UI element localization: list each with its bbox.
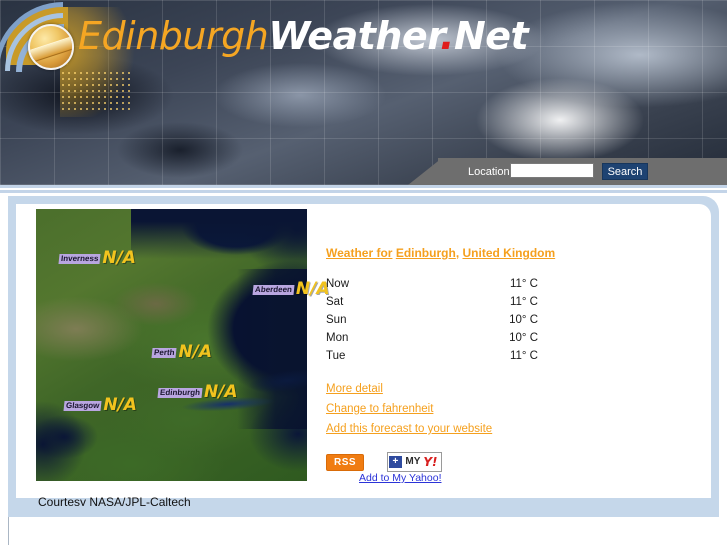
wordmark-dot: . — [440, 14, 454, 58]
yahoo-logo-icon: Y! — [423, 454, 438, 469]
more-detail-link[interactable]: More detail — [326, 383, 492, 395]
map-sea-north — [131, 209, 307, 259]
syndication-badges: RSS + MY Y! — [326, 452, 442, 472]
forecast-row: Mon 10° C — [326, 329, 538, 347]
forecast-heading-city-link[interactable]: Edinburgh — [396, 246, 456, 260]
wordmark-edinburgh: Edinburgh — [78, 14, 269, 58]
page-root: EdinburghWeather.Net Location Search Inv… — [0, 0, 727, 545]
forecast-row: Sat 11° C — [326, 293, 538, 311]
map-city-temp: N/A — [103, 395, 137, 415]
site-banner: EdinburghWeather.Net Location Search — [0, 0, 727, 185]
plus-icon: + — [388, 455, 403, 468]
map-city-label: Inverness — [58, 253, 101, 264]
map-city-perth[interactable]: Perth N/A — [151, 342, 213, 362]
forecast-temp: 10° C — [509, 314, 538, 326]
wordmark-weather: Weather — [268, 14, 441, 58]
map-city-glasgow[interactable]: Glasgow N/A — [63, 395, 137, 415]
add-to-website-link[interactable]: Add this forecast to your website — [326, 423, 492, 435]
forecast-day: Sat — [326, 296, 344, 308]
forecast-row: Sun 10° C — [326, 311, 538, 329]
site-wordmark[interactable]: EdinburghWeather.Net — [78, 14, 529, 58]
add-to-my-yahoo-link[interactable]: Add to My Yahoo! — [359, 472, 442, 484]
forecast-row: Now 11° C — [326, 275, 538, 293]
change-units-link[interactable]: Change to fahrenheit — [326, 403, 492, 415]
search-button[interactable]: Search — [602, 163, 648, 180]
forecast-day: Tue — [326, 350, 346, 362]
forecast-row: Tue 11° C — [326, 347, 538, 365]
map-city-label: Edinburgh — [157, 387, 203, 398]
forecast-heading: Weather for Edinburgh, United Kingdom — [326, 246, 555, 260]
divider-bar-bottom — [0, 190, 727, 193]
location-search-input[interactable] — [510, 163, 594, 178]
map-city-inverness[interactable]: Inverness N/A — [58, 248, 136, 268]
globe-icon — [28, 24, 74, 70]
location-label: Location — [468, 166, 510, 178]
forecast-day: Now — [326, 278, 350, 290]
page-bottom-area — [9, 517, 719, 545]
map-city-aberdeen[interactable]: Aberdeen N/A — [252, 279, 330, 299]
forecast-temp: 11° C — [509, 278, 538, 290]
my-yahoo-badge[interactable]: + MY Y! — [386, 452, 442, 472]
map-city-temp: N/A — [178, 342, 213, 362]
forecast-temp: 11° C — [509, 296, 538, 308]
forecast-day: Mon — [326, 332, 349, 344]
forecast-temp: 10° C — [509, 332, 538, 344]
forecast-table: Now 11° C Sat 11° C Sun 10° C Mon 10° C … — [326, 275, 538, 365]
forecast-temp: 11° C — [509, 350, 538, 362]
map-city-label: Glasgow — [63, 400, 102, 411]
forecast-day: Sun — [326, 314, 347, 326]
globe-ring — [30, 34, 72, 65]
map-city-temp: N/A — [295, 279, 330, 299]
map-city-label: Perth — [151, 347, 177, 358]
map-city-label: Aberdeen — [252, 284, 295, 295]
forecast-heading-country-link[interactable]: United Kingdom — [463, 246, 556, 260]
map-city-edinburgh[interactable]: Edinburgh N/A — [157, 382, 238, 402]
panel-bottom-band — [8, 506, 719, 517]
map-city-temp: N/A — [102, 248, 136, 268]
forecast-heading-comma: , — [455, 246, 460, 260]
page-left-rule — [8, 517, 9, 545]
map-city-temp: N/A — [204, 382, 238, 402]
forecast-heading-prefix-link[interactable]: Weather for — [326, 246, 392, 260]
wordmark-net: Net — [453, 14, 529, 58]
my-yahoo-text: MY — [405, 455, 421, 467]
forecast-links: More detail Change to fahrenheit Add thi… — [326, 383, 492, 443]
rss-badge[interactable]: RSS — [326, 453, 365, 471]
